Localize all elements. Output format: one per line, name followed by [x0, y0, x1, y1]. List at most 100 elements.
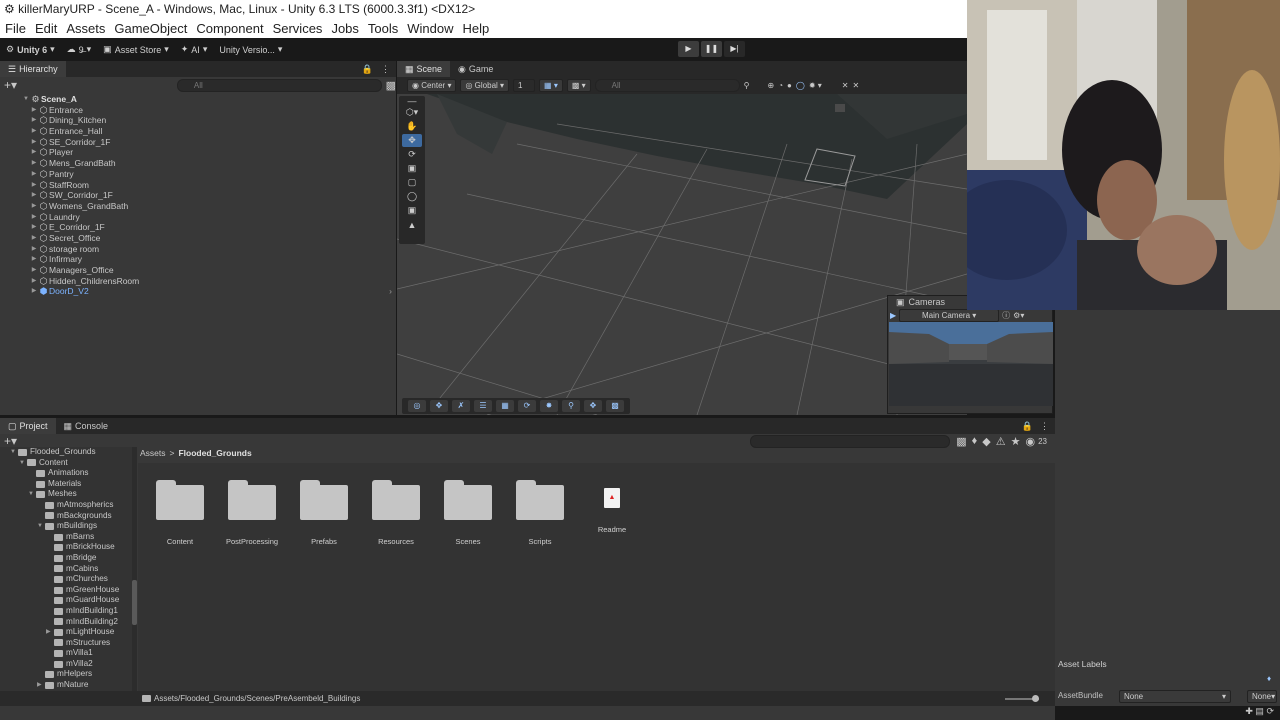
layers-icon[interactable]: ▤	[1255, 706, 1264, 716]
expand-arrow-icon[interactable]: ▶	[30, 169, 38, 180]
zoom-icon[interactable]: ⚲	[562, 400, 580, 412]
layers-icon[interactable]: ☰	[474, 400, 492, 412]
sync-icon[interactable]: ⟳	[1266, 706, 1274, 716]
settings-icon[interactable]: ⚙▾	[1013, 311, 1024, 320]
play-button[interactable]: ▶	[678, 41, 699, 57]
expand-arrow-icon[interactable]: ▶	[30, 147, 38, 158]
add-icon[interactable]: +▾	[4, 78, 25, 92]
mesh-icon[interactable]: ▦	[496, 400, 514, 412]
menu-tools[interactable]: Tools	[363, 21, 402, 36]
expand-arrow-icon[interactable]: ▶	[30, 115, 38, 126]
move-icon[interactable]: ✥	[430, 400, 448, 412]
folder-tree-item[interactable]: mIndBuilding2	[0, 617, 132, 628]
hierarchy-item[interactable]: ▶ ⬡ storage room	[0, 244, 396, 255]
scale-tool-icon[interactable]: ▣	[402, 162, 422, 175]
scene-search-input[interactable]: All	[594, 79, 740, 92]
hierarchy-item[interactable]: ▶ ⬡ Laundry	[0, 212, 396, 223]
menu-edit[interactable]: Edit	[30, 21, 61, 36]
expand-arrow-icon[interactable]: ▶	[30, 201, 38, 212]
sphere-icon[interactable]: ●	[787, 81, 792, 90]
hierarchy-item[interactable]: ▶ ⬡ Entrance	[0, 105, 396, 116]
folder-tree-item[interactable]: ▶ mLightHouse	[0, 627, 132, 638]
eye-icon[interactable]: ◉	[1025, 435, 1035, 448]
effects-icon[interactable]: ✹ ▾	[809, 81, 822, 90]
view-options-icon[interactable]: ⬡▾	[402, 106, 422, 119]
asset-folder-resources[interactable]: Resources	[360, 480, 432, 546]
folder-tree-item[interactable]: mBridge	[0, 553, 132, 564]
tab-project[interactable]: ▢ Project	[0, 418, 56, 434]
expand-arrow-icon[interactable]: ▼	[28, 489, 36, 500]
expand-arrow-icon[interactable]: ▶	[30, 254, 38, 265]
hierarchy-item[interactable]: ▶ ⬡ Hidden_ChildrensRoom	[0, 276, 396, 287]
cloud-button[interactable]: ☁ 9̶ ▾	[61, 41, 98, 59]
tools-icon[interactable]: ✕	[853, 81, 860, 90]
folder-tree-item[interactable]: mBarns	[0, 532, 132, 543]
asset-folder-scripts[interactable]: Scripts	[504, 480, 576, 546]
expand-arrow-icon[interactable]: ▼	[10, 447, 18, 458]
folder-tree-item[interactable]: mBrickHouse	[0, 542, 132, 553]
hierarchy-item[interactable]: ▶ ⬡ Player	[0, 147, 396, 158]
expand-arrow-icon[interactable]: ▶	[30, 233, 38, 244]
menu-assets[interactable]: Assets	[61, 21, 109, 36]
folder-tree-item[interactable]: mBackgrounds	[0, 511, 132, 522]
lock-icon[interactable]: 🔒	[362, 64, 373, 75]
folder-tree-item[interactable]: ▼ Meshes	[0, 489, 132, 500]
expand-arrow-icon[interactable]: ▶	[30, 126, 38, 137]
camera-dropdown[interactable]: Main Camera ▾	[899, 308, 1000, 322]
hand-tool-icon[interactable]: ✋	[402, 120, 422, 133]
expand-arrow-icon[interactable]: ▶	[30, 158, 38, 169]
add-icon[interactable]: +▾	[4, 434, 26, 448]
scene-root[interactable]: ▼ ⚙ Scene_A	[0, 94, 396, 105]
rect-tool-icon[interactable]: ▢	[402, 176, 422, 189]
folder-tree-item[interactable]: mVilla2	[0, 659, 132, 670]
menu-component[interactable]: Component	[191, 21, 267, 36]
folder-tree-item[interactable]: ▼ mBuildings	[0, 521, 132, 532]
tag-icon[interactable]: ◆	[982, 435, 990, 448]
expand-arrow-icon[interactable]: ▶	[30, 286, 38, 297]
ai-button[interactable]: ✦ AI ▾	[175, 41, 214, 59]
rotate-tool-icon[interactable]: ⟳	[402, 148, 422, 161]
hierarchy-item[interactable]: ▶ ⬡ Secret_Office	[0, 233, 396, 244]
more-icon[interactable]: ⋮	[381, 64, 390, 75]
search-icon[interactable]: ⚲	[744, 81, 750, 90]
tree-scrollbar[interactable]	[132, 447, 137, 705]
project-search-input[interactable]	[750, 434, 951, 448]
tab-scene[interactable]: ▦ Scene	[397, 61, 451, 77]
tools-drag-handle[interactable]: —	[402, 96, 422, 106]
folder-tree-item[interactable]: mCabins	[0, 564, 132, 575]
hierarchy-item[interactable]: ▶ ⬡ Mens_GrandBath	[0, 158, 396, 169]
expand-arrow-icon[interactable]: ▶	[46, 627, 54, 638]
hierarchy-item[interactable]: ▶ ⬡ E_Corridor_1F	[0, 222, 396, 233]
expand-arrow-icon[interactable]: ▶	[30, 244, 38, 255]
xray-icon[interactable]: ✗	[452, 400, 470, 412]
hierarchy-item[interactable]: ▶ ⬡ SW_Corridor_1F	[0, 190, 396, 201]
grid-toggle[interactable]: ▦ ▾	[539, 79, 563, 92]
hierarchy-item[interactable]: ▶ ⬡ SE_Corridor_1F	[0, 137, 396, 148]
expand-arrow-icon[interactable]: ▶	[37, 680, 45, 691]
hierarchy-item[interactable]: ▶ ⬡ Womens_GrandBath	[0, 201, 396, 212]
folder-tree-item[interactable]: mIndBuilding1	[0, 606, 132, 617]
expand-arrow-icon[interactable]: ▶	[30, 222, 38, 233]
hierarchy-item[interactable]: ▶ ⬡ Entrance_Hall	[0, 126, 396, 137]
tab-console[interactable]: ▦ Console	[56, 418, 117, 434]
folder-tree-item[interactable]: mGreenHouse	[0, 585, 132, 596]
folder-tree-item[interactable]: ▼ Content	[0, 458, 132, 469]
tag-icon[interactable]: ♦	[1267, 674, 1271, 683]
chevron-right-icon[interactable]: ›	[389, 286, 392, 297]
lock-icon[interactable]: 🔒	[1022, 421, 1033, 432]
expand-arrow-icon[interactable]: ▼	[19, 458, 27, 469]
pivot-dropdown[interactable]: ◉ Center ▾	[407, 79, 457, 92]
folder-tree-item[interactable]: ▶ mNature	[0, 680, 132, 691]
expand-arrow-icon[interactable]: ▼	[37, 521, 45, 532]
pause-button[interactable]: ❚❚	[701, 41, 722, 57]
version-control-button[interactable]: Unity Versio... ▾	[213, 41, 288, 59]
grid-snap-value[interactable]: 1	[513, 79, 536, 92]
folder-tree-item[interactable]: ▼ Flooded_Grounds	[0, 447, 132, 458]
expand-arrow-icon[interactable]: ▶	[30, 180, 38, 191]
space-dropdown[interactable]: ◎ Global ▾	[460, 79, 510, 92]
asset-readme[interactable]: ▲ Readme	[576, 480, 648, 534]
folder-tree-item[interactable]: Animations	[0, 468, 132, 479]
folder-tree-item[interactable]: Materials	[0, 479, 132, 490]
asset-store-button[interactable]: ▣ Asset Store ▾	[97, 41, 175, 59]
folder-tree-item[interactable]: mVilla1	[0, 648, 132, 659]
